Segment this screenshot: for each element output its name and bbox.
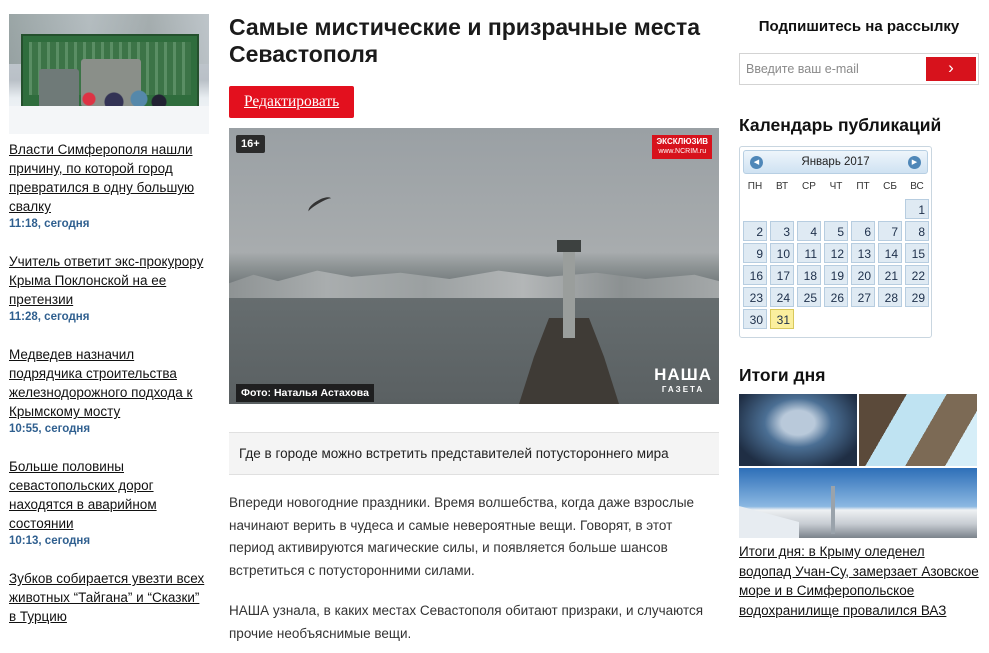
calendar-grid: ПН ВТ СР ЧТ ПТ СБ ВС 1 2 3 4 5 6 7 8 9 10 11 12 13 14 15 16 17 1… xyxy=(743,177,929,329)
age-rating-badge: 16+ xyxy=(236,135,265,153)
calendar-blank xyxy=(797,199,821,219)
exclusive-badge: ЭКСКЛЮЗИВ www.NCRIM.ru xyxy=(652,135,712,159)
calendar-day[interactable]: 6 xyxy=(851,221,875,241)
news-time: 10:55, сегодня xyxy=(9,423,91,435)
calendar-month: Январь 2017 xyxy=(801,156,870,168)
news-link[interactable]: Учитель ответит экс-прокурору Крыма Покл… xyxy=(9,252,209,309)
subscribe-title: Подпишитесь на рассылку xyxy=(758,18,960,35)
news-time: 10:13, сегодня xyxy=(9,535,91,547)
photo-cityscape xyxy=(229,270,719,300)
photo-frozen-coast xyxy=(739,468,977,538)
publication-calendar: ◀ Январь 2017 ▶ ПН ВТ СР ЧТ ПТ СБ ВС 1 2 3 4 5 6 7 8 9 1… xyxy=(739,146,932,338)
news-link[interactable]: Зубков собирается увезти всех животных “… xyxy=(9,569,209,626)
calendar-day-today[interactable]: 31 xyxy=(770,309,794,329)
article-body: Впереди новогодние праздники. Время волш… xyxy=(229,492,719,645)
calendar-day[interactable]: 3 xyxy=(770,221,794,241)
photo-credit: Фото: Наталья Астахова xyxy=(236,384,374,402)
chevron-right-icon[interactable]: ▶ xyxy=(908,156,921,169)
calendar-day[interactable]: 26 xyxy=(824,287,848,307)
page-title: Самые мистические и призрачные места Сев… xyxy=(229,14,701,67)
calendar-day[interactable]: 7 xyxy=(878,221,902,241)
right-sidebar: Подпишитесь на рассылку › Календарь публ… xyxy=(739,14,979,620)
calendar-day[interactable]: 5 xyxy=(824,221,848,241)
calendar-day[interactable]: 17 xyxy=(770,265,794,285)
exclusive-site: www.NCRIM.ru xyxy=(658,148,707,155)
calendar-day[interactable]: 29 xyxy=(905,287,929,307)
newspaper-logo: НАША ГАЗЕТА xyxy=(654,366,712,397)
photo-monument-eagle xyxy=(557,240,581,252)
calendar-day[interactable]: 21 xyxy=(878,265,902,285)
article-lead: Где в городе можно встретить представите… xyxy=(229,432,719,475)
calendar-day[interactable]: 14 xyxy=(878,243,902,263)
calendar-blank xyxy=(770,199,794,219)
weekday-label: СБ xyxy=(883,181,897,192)
article: Самые мистические и призрачные места Сев… xyxy=(229,14,719,645)
calendar-day[interactable]: 12 xyxy=(824,243,848,263)
news-time: 11:28, сегодня xyxy=(9,311,90,323)
calendar-blank xyxy=(824,199,848,219)
left-news-column: Власти Симферополя нашли причину, по кот… xyxy=(9,14,209,645)
weekday-label: ПН xyxy=(747,181,763,192)
edit-button[interactable]: Редактировать xyxy=(229,86,355,118)
list-item: Медведев назначил подрядчика строительст… xyxy=(9,345,209,438)
subscribe-form: › xyxy=(739,53,979,85)
calendar-day[interactable]: 30 xyxy=(743,309,767,329)
calendar-day[interactable]: 9 xyxy=(743,243,767,263)
calendar-day[interactable]: 8 xyxy=(905,221,929,241)
weekday-label: ВС xyxy=(910,181,924,192)
article-paragraph: НАША узнала, в каких местах Севастополя … xyxy=(229,603,704,641)
email-input[interactable] xyxy=(740,54,924,84)
weekday-label: ЧТ xyxy=(829,181,843,192)
calendar-day[interactable]: 1 xyxy=(905,199,929,219)
weekday-label: ВТ xyxy=(775,181,789,192)
calendar-day[interactable]: 27 xyxy=(851,287,875,307)
calendar-day[interactable]: 28 xyxy=(878,287,902,307)
photo-ice-car xyxy=(739,394,857,466)
calendar-day[interactable]: 13 xyxy=(851,243,875,263)
list-item: Больше половины севастопольских дорог на… xyxy=(9,457,209,550)
calendar-blank xyxy=(878,199,902,219)
calendar-blank xyxy=(743,199,767,219)
results-photo-collage[interactable] xyxy=(739,394,977,538)
calendar-day[interactable]: 22 xyxy=(905,265,929,285)
list-item: Учитель ответит экс-прокурору Крыма Покл… xyxy=(9,252,209,326)
list-item: Власти Симферополя нашли причину, по кот… xyxy=(9,140,209,233)
calendar-header: ◀ Январь 2017 ▶ xyxy=(743,150,928,174)
thumb-snow xyxy=(9,106,209,134)
calendar-title: Календарь публикаций xyxy=(739,115,942,135)
photo-frozen-waterfall xyxy=(859,394,977,466)
calendar-day[interactable]: 23 xyxy=(743,287,767,307)
calendar-day[interactable]: 20 xyxy=(851,265,875,285)
news-link[interactable]: Больше половины севастопольских дорог на… xyxy=(9,457,209,533)
logo-bottom: ГАЗЕТА xyxy=(661,385,705,394)
calendar-day[interactable]: 16 xyxy=(743,265,767,285)
photo-seagull xyxy=(306,194,334,216)
calendar-day[interactable]: 15 xyxy=(905,243,929,263)
calendar-day[interactable]: 19 xyxy=(824,265,848,285)
weekday-label: ПТ xyxy=(856,181,870,192)
calendar-blank xyxy=(851,199,875,219)
news-thumbnail[interactable] xyxy=(9,14,209,134)
calendar-day[interactable]: 11 xyxy=(797,243,821,263)
news-link[interactable]: Власти Симферополя нашли причину, по кот… xyxy=(9,140,209,216)
results-link[interactable]: Итоги дня: в Крыму оледенел водопад Учан… xyxy=(739,542,979,620)
calendar-day[interactable]: 4 xyxy=(797,221,821,241)
news-time: 11:18, сегодня xyxy=(9,218,90,230)
news-list: Власти Симферополя нашли причину, по кот… xyxy=(9,140,209,626)
list-item: Зубков собирается увезти всех животных “… xyxy=(9,569,209,626)
article-paragraph: Впереди новогодние праздники. Время волш… xyxy=(229,495,695,578)
exclusive-label: ЭКСКЛЮЗИВ xyxy=(656,137,708,146)
chevron-right-icon: › xyxy=(948,58,954,77)
news-link[interactable]: Медведев назначил подрядчика строительст… xyxy=(9,345,209,421)
photo-monument-column xyxy=(563,248,575,338)
calendar-day[interactable]: 25 xyxy=(797,287,821,307)
calendar-day[interactable]: 10 xyxy=(770,243,794,263)
hero-photo[interactable]: 16+ ЭКСКЛЮЗИВ www.NCRIM.ru Фото: Наталья… xyxy=(229,128,719,404)
results-title: Итоги дня xyxy=(739,365,826,385)
calendar-day[interactable]: 2 xyxy=(743,221,767,241)
weekday-label: СР xyxy=(802,181,816,192)
calendar-day[interactable]: 18 xyxy=(797,265,821,285)
calendar-day[interactable]: 24 xyxy=(770,287,794,307)
subscribe-button[interactable]: › xyxy=(926,57,976,81)
